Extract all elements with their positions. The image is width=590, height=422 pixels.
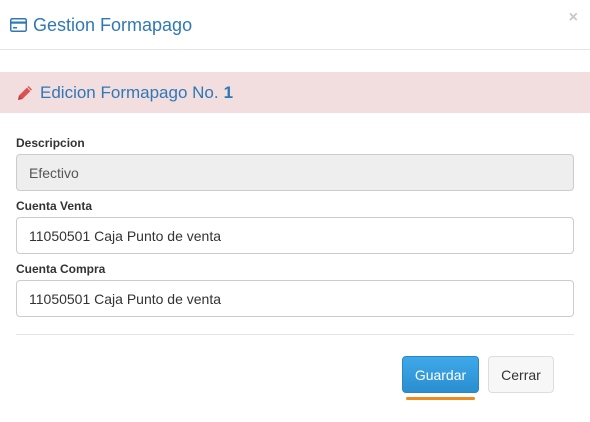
modal-header: Gestion Formapago (0, 0, 590, 50)
save-button[interactable]: Guardar (402, 356, 479, 393)
descripcion-group: Descripcion (16, 136, 574, 191)
alert-title-text: Edicion Formapago No. (40, 82, 219, 102)
modal-title: Gestion Formapago (10, 15, 192, 35)
modal-title-text: Gestion Formapago (33, 14, 193, 35)
close-button[interactable]: Cerrar (488, 356, 554, 393)
alert-title-number: 1 (223, 82, 234, 102)
cuenta-venta-label: Cuenta Venta (16, 199, 93, 213)
cuenta-compra-input[interactable] (16, 280, 574, 317)
descripcion-label: Descripcion (16, 136, 85, 150)
alert-title: Edicion Formapago No. 1 (16, 83, 233, 103)
descripcion-input (16, 154, 574, 191)
cuenta-compra-group: Cuenta Compra (16, 262, 574, 317)
cuenta-compra-label: Cuenta Compra (16, 262, 106, 276)
credit-card-icon (10, 17, 27, 32)
cuenta-venta-group: Cuenta Venta (16, 199, 574, 254)
close-icon[interactable]: × (569, 10, 578, 26)
pencil-icon (16, 84, 34, 102)
footer-divider (16, 334, 574, 335)
save-button-focus-underline (406, 397, 475, 400)
modal-dialog: Gestion Formapago × Edicion Formapago No… (0, 0, 590, 422)
cuenta-venta-input[interactable] (16, 217, 574, 254)
formapago-form: Descripcion Cuenta Venta Cuenta Compra (16, 136, 574, 325)
edit-alert-banner: Edicion Formapago No. 1 (0, 72, 590, 113)
